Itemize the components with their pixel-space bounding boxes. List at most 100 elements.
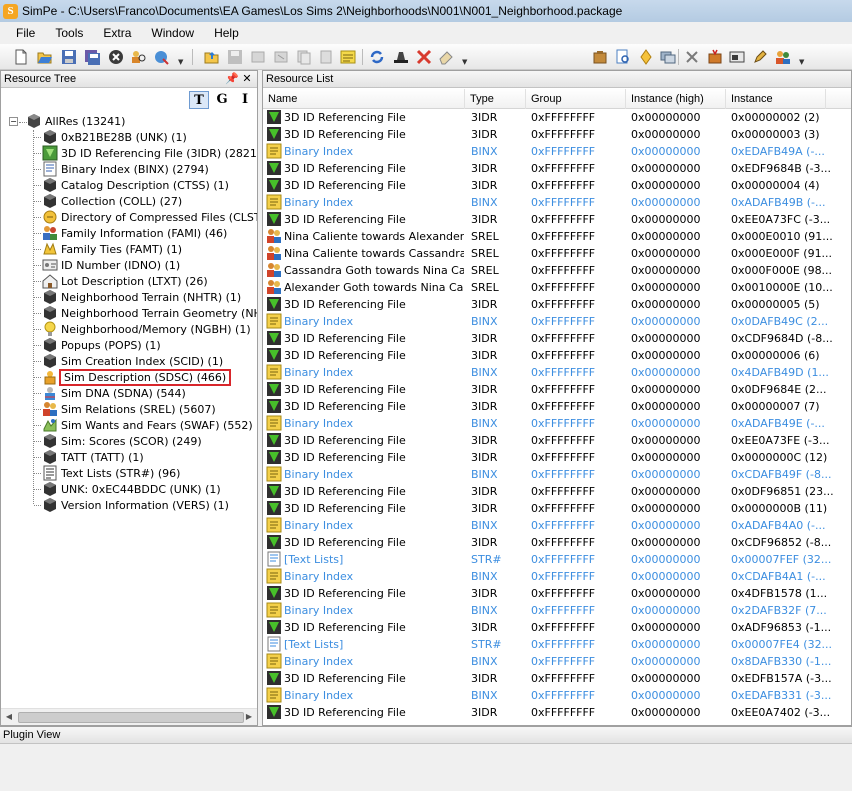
type-view-toggle[interactable]: T [189,91,209,109]
table-row[interactable]: 3D ID Referencing File 3IDR 0xFFFFFFFF 0x00… [263,483,851,500]
tree-item[interactable]: Binary Index (BINX) (2794) [42,161,209,177]
tree-item[interactable]: Popups (POPS) (1) [42,337,161,353]
save-all-icon[interactable] [84,49,100,65]
table-row[interactable]: 3D ID Referencing File 3IDR 0xFFFFFFFF 0x00… [263,585,851,602]
save-icon[interactable] [61,49,77,65]
table-row[interactable]: 3D ID Referencing File 3IDR 0xFFFFFFFF 0x00… [263,534,851,551]
table-row[interactable]: 3D ID Referencing File 3IDR 0xFFFFFFFF 0x00… [263,126,851,143]
new-file-icon[interactable] [13,49,29,65]
table-row[interactable]: 3D ID Referencing File 3IDR 0xFFFFFFFF 0x00… [263,347,851,364]
tree-item[interactable]: ID Number (IDNO) (1) [42,257,180,273]
notes-icon[interactable] [340,49,356,65]
toolbar-overflow-icon[interactable]: ▼ [799,58,805,66]
table-row[interactable]: 3D ID Referencing File 3IDR 0xFFFFFFFF 0x00… [263,296,851,313]
table-row[interactable]: 3D ID Referencing File 3IDR 0xFFFFFFFF 0x00… [263,211,851,228]
tree-item[interactable]: Neighborhood Terrain Geometry (NHTG) (1) [42,305,257,321]
column-type[interactable]: Type [465,89,526,109]
collapse-icon[interactable]: − [9,117,18,126]
hat-icon[interactable] [393,49,409,65]
table-row[interactable]: 3D ID Referencing File 3IDR 0xFFFFFFFF 0x00… [263,109,851,126]
table-row[interactable]: [Text Lists] STR# 0xFFFFFFFF 0x00000000 0x00… [263,636,851,653]
toolbar-overflow-icon[interactable]: ▼ [178,58,184,66]
close-circle-icon[interactable] [108,49,124,65]
tree-item[interactable]: Lot Description (LTXT) (26) [42,273,208,289]
table-row[interactable]: 3D ID Referencing File 3IDR 0xFFFFFFFF 0x00… [263,449,851,466]
package-box-icon[interactable] [592,49,608,65]
menu-extra[interactable]: Extra [93,26,141,40]
column-group[interactable]: Group [526,89,626,109]
table-row[interactable]: 3D ID Referencing File 3IDR 0xFFFFFFFF 0x00… [263,177,851,194]
scroll-thumb[interactable] [18,712,244,723]
scissors-icon[interactable] [684,49,700,65]
tree-item[interactable]: Version Information (VERS) (1) [42,497,229,513]
copy-disabled-icon[interactable] [296,49,312,65]
table-row[interactable]: Binary Index BINX 0xFFFFFFFF 0x00000000 0x4D… [263,364,851,381]
table-row[interactable]: Binary Index BINX 0xFFFFFFFF 0x00000000 0x8D… [263,653,851,670]
document-search-icon[interactable] [615,49,631,65]
open-folder-icon[interactable] [37,49,53,65]
tree-item[interactable]: Family Ties (FAMT) (1) [42,241,182,257]
table-row[interactable]: 3D ID Referencing File 3IDR 0xFFFFFFFF 0x00… [263,500,851,517]
tree-item[interactable]: Sim Creation Index (SCID) (1) [42,353,223,369]
tree-item[interactable]: 3D ID Referencing File (3IDR) (2821) [42,145,257,161]
tree-item[interactable]: Neighborhood Terrain (NHTR) (1) [42,289,241,305]
menu-tools[interactable]: Tools [45,26,93,40]
column-name[interactable]: Name [263,89,465,109]
table-row[interactable]: 3D ID Referencing File 3IDR 0xFFFFFFFF 0x00… [263,619,851,636]
table-row[interactable]: Nina Caliente towards Cassandra G... SREL… [263,245,851,262]
table-row[interactable]: 3D ID Referencing File 3IDR 0xFFFFFFFF 0x00… [263,160,851,177]
tools-cross-icon[interactable] [416,49,432,65]
column-instance-high[interactable]: Instance (high) [626,89,726,109]
table-row[interactable]: [Text Lists] STR# 0xFFFFFFFF 0x00000000 0x00… [263,551,851,568]
table-row[interactable]: Binary Index BINX 0xFFFFFFFF 0x00000000 0xED… [263,687,851,704]
table-row[interactable]: Binary Index BINX 0xFFFFFFFF 0x00000000 0xCD… [263,466,851,483]
table-row[interactable]: Nina Caliente towards Alexander Goth SREL… [263,228,851,245]
sims-group-icon[interactable] [775,49,791,65]
tree-item[interactable]: TATT (TATT) (1) [42,449,144,465]
plumbob-icon[interactable] [638,49,654,65]
toolbar-overflow-icon[interactable]: ▼ [462,58,468,66]
table-row[interactable]: Binary Index BINX 0xFFFFFFFF 0x00000000 0xED… [263,143,851,160]
instance-view-toggle[interactable]: I [235,91,255,109]
close-icon[interactable]: ✕ [241,72,253,86]
tree-item[interactable]: Text Lists (STR#) (96) [42,465,180,481]
people-search-icon[interactable] [130,49,146,65]
table-row[interactable]: 3D ID Referencing File 3IDR 0xFFFFFFFF 0x00… [263,398,851,415]
menu-file[interactable]: File [6,26,45,40]
layers-icon[interactable] [660,49,676,65]
tree-item[interactable]: Sim Wants and Fears (SWAF) (552) [42,417,253,433]
table-row[interactable]: Binary Index BINX 0xFFFFFFFF 0x00000000 0xAD… [263,194,851,211]
tree-item[interactable]: Sim Relations (SREL) (5607) [42,401,216,417]
menu-help[interactable]: Help [204,26,249,40]
paste-disabled-icon[interactable] [318,49,334,65]
group-view-toggle[interactable]: G [212,91,232,109]
table-row[interactable]: 3D ID Referencing File 3IDR 0xFFFFFFFF 0x00… [263,330,851,347]
tree-item[interactable]: UNK: 0xEC44BDDC (UNK) (1) [42,481,221,497]
column-instance[interactable]: Instance [726,89,826,109]
delete-disabled-icon[interactable] [273,49,289,65]
undo-disabled-icon[interactable] [250,49,266,65]
refresh-icon[interactable] [369,49,385,65]
tree-item[interactable]: Sim: Scores (SCOR) (249) [42,433,202,449]
table-row[interactable]: Alexander Goth towards Nina Caliente SREL… [263,279,851,296]
tree-item[interactable]: Collection (COLL) (27) [42,193,182,209]
scroll-right-icon[interactable]: ▶ [243,711,255,723]
tree-horizontal-scrollbar[interactable]: ◀ ▶ [1,708,257,725]
table-row[interactable]: Binary Index BINX 0xFFFFFFFF 0x00000000 0x0D… [263,313,851,330]
tree-item[interactable]: 0xB21BE28B (UNK) (1) [42,129,187,145]
table-row[interactable]: Binary Index BINX 0xFFFFFFFF 0x00000000 0xAD… [263,517,851,534]
save-disabled-icon[interactable] [227,49,243,65]
table-row[interactable]: 3D ID Referencing File 3IDR 0xFFFFFFFF 0x00… [263,432,851,449]
table-row[interactable]: Cassandra Goth towards Nina Calie... SREL… [263,262,851,279]
window-icon[interactable] [729,49,745,65]
tree-item[interactable]: Sim DNA (SDNA) (544) [42,385,186,401]
tree-item[interactable]: Sim Description (SDSC) (466) [42,368,232,386]
tree-item[interactable]: Family Information (FAMI) (46) [42,225,227,241]
tree-root-allres[interactable]: AllRes (13241) [26,113,125,129]
pin-icon[interactable]: 📌 [225,72,239,86]
tree-item[interactable]: Directory of Compressed Files (CLST) (1) [42,209,257,225]
scroll-left-icon[interactable]: ◀ [3,711,15,723]
magic-box-icon[interactable] [707,49,723,65]
table-row[interactable]: Binary Index BINX 0xFFFFFFFF 0x00000000 0xAD… [263,415,851,432]
open-package-icon[interactable] [204,49,220,65]
